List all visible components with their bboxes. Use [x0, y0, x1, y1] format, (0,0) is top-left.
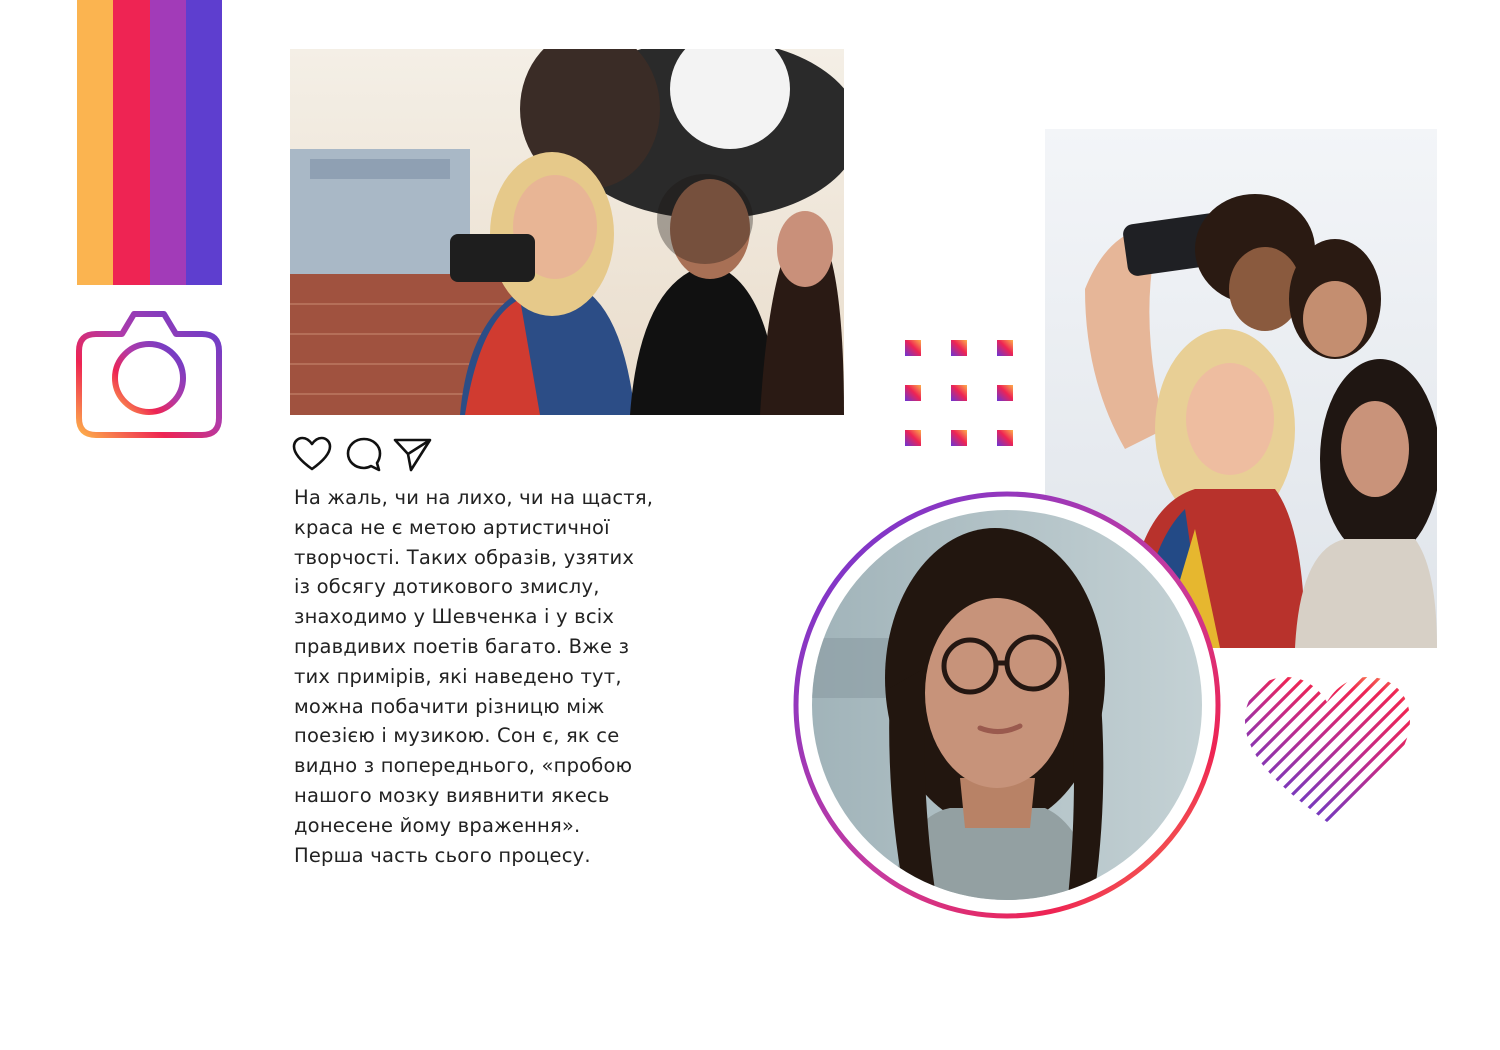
dot-grid — [905, 340, 1015, 448]
woman-portrait — [812, 510, 1202, 900]
stripe-red — [113, 0, 150, 285]
heart-icon[interactable] — [292, 436, 332, 472]
send-icon[interactable] — [392, 436, 432, 472]
scribble-heart-icon — [1240, 672, 1415, 827]
group-selfie-photo — [290, 49, 844, 415]
comment-icon[interactable] — [344, 436, 384, 472]
post-caption: На жаль, чи на лихо, чи на щастя, краса … — [294, 486, 654, 867]
brand-stripes — [77, 0, 222, 285]
post-actions — [292, 436, 442, 472]
stripe-purple — [149, 0, 186, 285]
stripe-orange — [77, 0, 114, 285]
portrait-ring — [790, 488, 1224, 922]
camera-icon — [74, 306, 224, 440]
stripe-violet — [185, 0, 222, 285]
